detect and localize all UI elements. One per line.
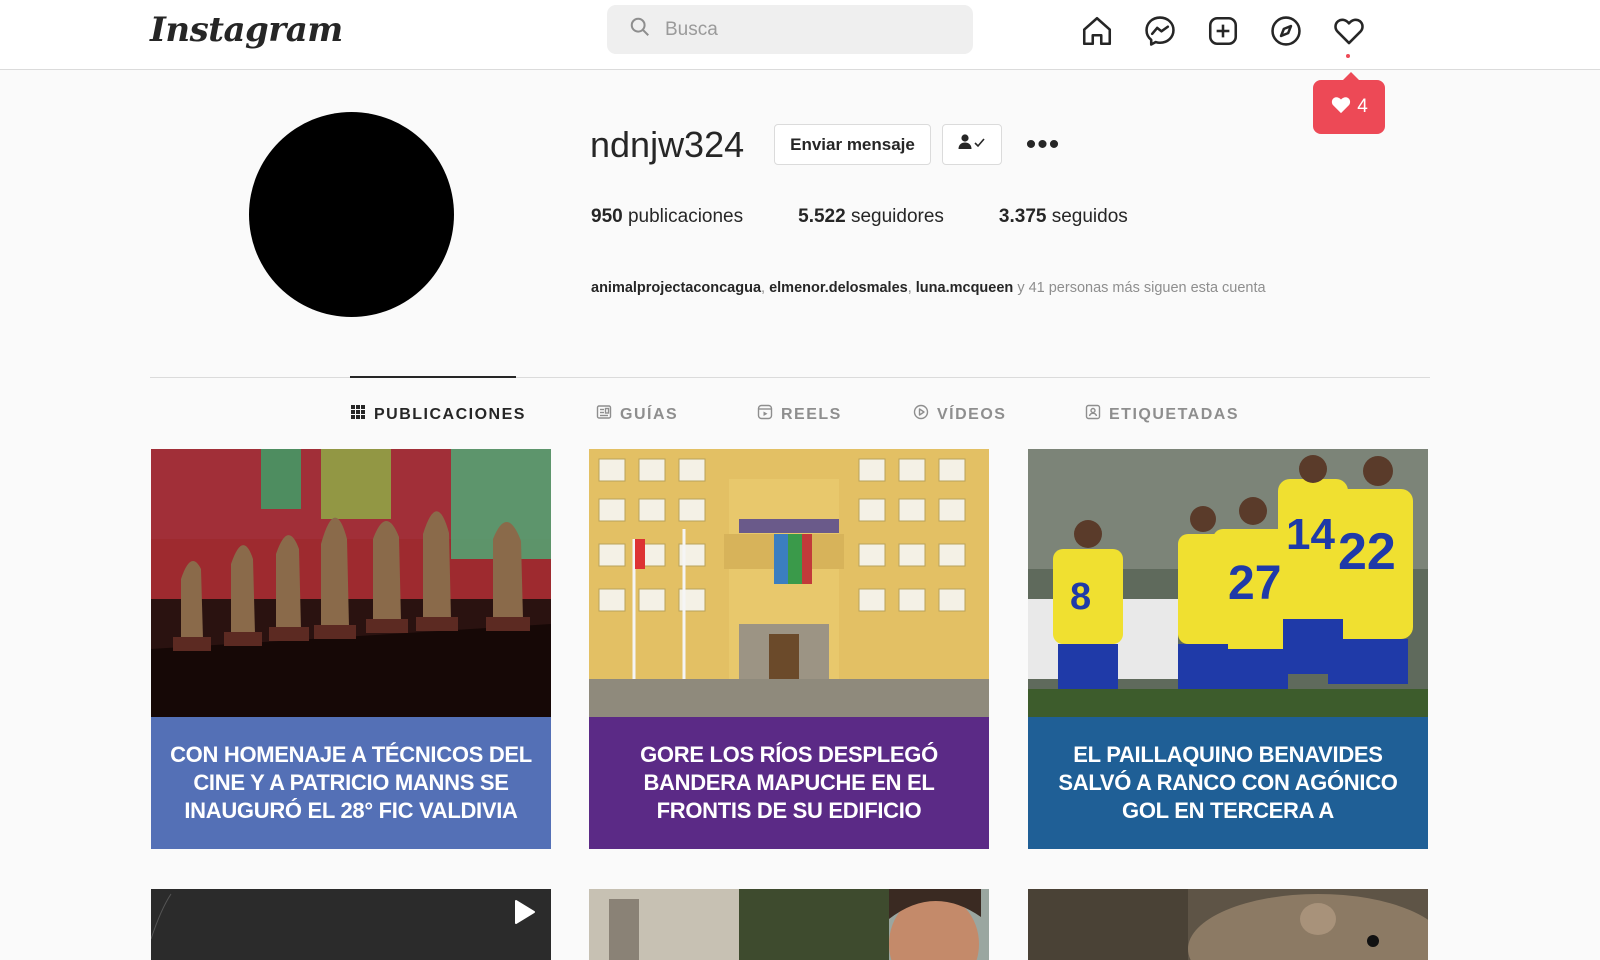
tab-guias[interactable]: GUÍAS	[596, 404, 678, 425]
tab-label: ETIQUETADAS	[1109, 405, 1239, 423]
send-message-button[interactable]: Enviar mensaje	[774, 124, 931, 165]
tab-label: GUÍAS	[620, 405, 679, 423]
following-label: seguidos	[1051, 206, 1128, 227]
post-thumbnail[interactable]: GORE LOS RÍOS DESPLEGÓ BANDERA MAPUCHE E…	[589, 449, 989, 849]
search-input[interactable]	[665, 18, 945, 41]
tagged-icon	[1085, 404, 1109, 425]
post-thumbnail[interactable]	[151, 889, 551, 960]
tabs-divider	[150, 377, 1430, 378]
tab-label: REELS	[781, 405, 842, 423]
profile-username: ndnjw324	[590, 124, 745, 165]
post-photo-animal	[1028, 889, 1428, 960]
following-count: 3.375	[998, 206, 1047, 227]
followers-label: seguidores	[850, 206, 944, 227]
profile-stats: 950 publicaciones 5.522 seguidores 3.375…	[591, 206, 1183, 228]
instagram-logo[interactable]: Instagram	[150, 10, 343, 50]
svg-text:22: 22	[1338, 523, 1396, 581]
svg-text:27: 27	[1228, 557, 1281, 610]
tab-reels[interactable]: REELS	[757, 404, 842, 425]
top-navigation-bar: Instagram	[0, 0, 1600, 70]
tab-etiquetadas[interactable]: ETIQUETADAS	[1085, 404, 1239, 425]
notification-count: 4	[1357, 96, 1368, 117]
post-photo-awards	[151, 449, 551, 717]
followed-by-suffix: y 41 personas más siguen esta cuenta	[1017, 280, 1266, 296]
tab-label: VÍDEOS	[937, 405, 1007, 423]
post-caption: GORE LOS RÍOS DESPLEGÓ BANDERA MAPUCHE E…	[589, 717, 989, 849]
post-thumbnail[interactable]: CON HOMENAJE A TÉCNICOS DEL CINE Y A PAT…	[151, 449, 551, 849]
post-photo-building	[589, 449, 989, 717]
guides-icon	[596, 404, 620, 425]
posts-label: publicaciones	[627, 206, 744, 227]
home-icon[interactable]	[1079, 13, 1115, 49]
following-status-button[interactable]	[942, 124, 1002, 165]
messenger-icon[interactable]	[1142, 13, 1178, 49]
user-check-icon	[957, 133, 987, 156]
post-photo-portrait	[589, 889, 989, 960]
following-stat[interactable]: 3.375 seguidos	[999, 206, 1128, 228]
heart-icon	[1330, 94, 1357, 120]
followers-stat[interactable]: 5.522 seguidores	[798, 206, 944, 228]
followers-count: 5.522	[798, 206, 846, 227]
search-box[interactable]	[607, 5, 973, 54]
followed-by-text: animalprojectaconcagua, elmenor.delosmal…	[591, 280, 1266, 296]
tab-label: PUBLICACIONES	[374, 405, 526, 423]
more-options-icon[interactable]: •••	[1025, 130, 1061, 160]
tab-publicaciones[interactable]: PUBLICACIONES	[350, 404, 526, 425]
post-caption: CON HOMENAJE A TÉCNICOS DEL CINE Y A PAT…	[151, 717, 551, 849]
active-tab-indicator	[350, 376, 516, 378]
post-caption: EL PAILLAQUINO BENAVIDES SALVÓ A RANCO C…	[1028, 717, 1428, 849]
video-indicator-icon	[515, 900, 535, 924]
search-icon	[629, 16, 651, 43]
grid-icon	[350, 404, 374, 425]
activity-heart-icon[interactable]	[1331, 13, 1367, 49]
follower-link[interactable]: animalprojectaconcagua	[591, 280, 761, 296]
post-thumbnail[interactable]: 8 27 14 22 EL PAILLAQUINO BENAVIDES SALV…	[1028, 449, 1428, 849]
post-thumbnail[interactable]	[1028, 889, 1428, 960]
follower-link[interactable]: luna.mcqueen	[916, 280, 1014, 296]
explore-icon[interactable]	[1268, 13, 1304, 49]
svg-text:8: 8	[1070, 576, 1091, 618]
post-thumbnail[interactable]	[589, 889, 989, 960]
reels-icon	[757, 404, 781, 425]
notification-popup[interactable]: 4	[1313, 72, 1385, 134]
posts-count: 950	[591, 206, 623, 227]
new-post-icon[interactable]	[1205, 13, 1241, 49]
video-play-icon	[913, 404, 937, 425]
notification-dot	[1346, 54, 1350, 58]
follower-link[interactable]: elmenor.delosmales	[769, 280, 908, 296]
tab-videos[interactable]: VÍDEOS	[913, 404, 1006, 425]
profile-avatar[interactable]	[249, 112, 454, 317]
post-photo-football: 8 27 14 22	[1028, 449, 1428, 717]
post-photo-video	[151, 889, 551, 960]
posts-stat[interactable]: 950 publicaciones	[591, 206, 743, 228]
svg-text:14: 14	[1286, 510, 1335, 559]
